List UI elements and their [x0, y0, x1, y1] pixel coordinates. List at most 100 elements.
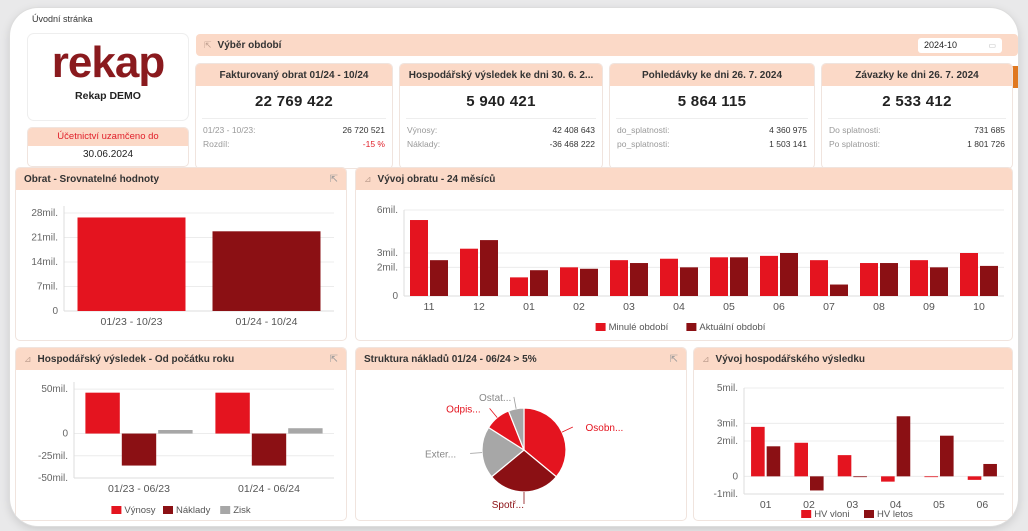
x-tick-label: 09 — [923, 301, 935, 313]
bar — [215, 392, 250, 434]
x-tick-label: 04 — [673, 301, 685, 313]
bar — [794, 442, 808, 477]
obrat-chart: 0 7mil. 14mil. 21mil. 28mil. 01/23 - 10/23 01/… — [31, 206, 334, 328]
bar — [121, 433, 157, 466]
panel-title: Struktura nákladů 01/24 - 06/24 > 5% — [364, 353, 537, 365]
bar — [580, 268, 598, 296]
kpi-row: po_splatnosti: 1 503 141 — [610, 137, 814, 151]
bar — [980, 265, 998, 296]
vyvoj-chart: 0 2mil. 3mil. 6mil. 11 12 01 02 03 04 05 06 07 08 09 10… — [377, 205, 1004, 333]
y-tick-label: 5mil. — [717, 383, 738, 394]
kpi-row: Rozdíl: -15 % — [196, 137, 392, 151]
bar — [85, 392, 120, 434]
bar — [460, 248, 478, 296]
x-tick-label: 06 — [773, 301, 785, 313]
company-logo-card: rekap Rekap DEMO — [28, 34, 188, 120]
legend-swatch — [111, 506, 122, 514]
kpi-row-value: 4 360 975 — [769, 125, 807, 135]
bar — [896, 416, 911, 477]
kpi-row-label: Výnosy: — [407, 125, 438, 135]
pie-label: Spotř... — [492, 500, 524, 511]
expand-icon[interactable]: ⇱ — [670, 354, 678, 365]
kpi-row-label: Po splatnosti: — [829, 139, 881, 149]
bar — [967, 476, 982, 480]
bar — [930, 267, 948, 296]
kpi-row-label: Do splatnosti: — [829, 125, 881, 135]
expand-icon[interactable]: ⇱ — [330, 174, 338, 185]
expand-icon[interactable]: ⇱ — [204, 40, 212, 51]
calendar-icon[interactable]: ▭ — [988, 41, 996, 50]
x-tick-label: 07 — [823, 301, 835, 313]
y-tick-label: 3mil. — [377, 248, 398, 259]
legend-label: Zisk — [233, 505, 251, 516]
bar — [430, 260, 448, 296]
bar — [924, 476, 938, 478]
struktura-chart: Osobn... Spotř... Exter... Odpis...Ostat... — [425, 393, 624, 511]
divider — [202, 118, 386, 119]
kpi-row: Náklady: -36 468 222 — [400, 137, 602, 151]
kpi-row-label: po_splatnosti: — [617, 139, 670, 149]
x-tick-label: 08 — [873, 301, 885, 313]
chart-icon: ⊿ — [702, 353, 710, 364]
legend-label: Aktuální období — [699, 322, 765, 333]
kpi-row-label: Náklady: — [407, 139, 441, 149]
legend-swatch — [163, 506, 173, 514]
kpi-row: Do splatnosti: 731 685 — [822, 123, 1012, 137]
lock-title: Účetnictví uzamčeno do — [28, 128, 188, 146]
x-tick-label: 01/24 - 06/24 — [238, 483, 300, 495]
bar — [212, 231, 321, 311]
kpi-card-obrat: Fakturovaný obrat 01/24 - 10/24 22 769 4… — [196, 64, 392, 168]
kpi-value: 22 769 422 — [254, 93, 334, 110]
legend-label: HV letos — [877, 509, 913, 520]
panel-struktura: Struktura nákladů 01/24 - 06/24 > 5% ⇱ Os… — [356, 348, 686, 520]
kpi-value: 5 940 421 — [466, 93, 536, 110]
period-select[interactable]: 2024-10 ▭ — [918, 37, 1002, 53]
y-tick-label: 0 — [732, 471, 738, 482]
panel-hv: ⊿ Hospodářský výsledek - Od počátku roku ⇱… — [16, 348, 346, 520]
kpi-title: Fakturovaný obrat 01/24 - 10/24 — [196, 64, 392, 86]
y-tick-label: 21mil. — [31, 233, 58, 244]
legend-swatch — [220, 506, 231, 514]
vyvojhv-chart: -1mil.02mil.3mil.5mil.01 02 03 04 05 06HV vlo… — [714, 383, 1004, 520]
period-selector-bar: ⇱ Výběr období 2024-10 ▭ — [196, 34, 1018, 56]
x-tick-label: 05 — [723, 301, 735, 313]
x-tick-label: 10 — [973, 301, 985, 313]
y-tick-label: 2mil. — [377, 262, 398, 273]
kpi-row: Po splatnosti: 1 801 726 — [822, 137, 1012, 151]
bar — [940, 435, 954, 477]
y-tick-label: -1mil. — [714, 489, 738, 500]
kpi-card-pohledavky: Pohledávky ke dni 26. 7. 2024 5 864 115 … — [610, 64, 814, 168]
x-tick-label: 01/23 - 06/23 — [108, 483, 170, 495]
kpi-row-label: Rozdíl: — [203, 139, 230, 149]
y-tick-label: 50mil. — [41, 384, 68, 395]
kpi-row: do_splatnosti: 4 360 975 — [610, 123, 814, 137]
bar — [251, 433, 287, 466]
legend-swatch — [864, 510, 874, 518]
breadcrumb[interactable]: Úvodní stránka — [32, 14, 93, 24]
x-tick-label: 05 — [933, 499, 945, 511]
pie-label: Osobn... — [586, 423, 624, 434]
company-name: Rekap DEMO — [75, 90, 141, 102]
divider — [828, 118, 1006, 119]
bar — [730, 257, 748, 296]
bar — [480, 240, 498, 296]
y-tick-label: 6mil. — [377, 205, 398, 216]
y-tick-label: 14mil. — [31, 257, 58, 268]
y-tick-label: 3mil. — [717, 418, 738, 429]
x-tick-label: 01/23 - 10/23 — [101, 316, 163, 328]
bar — [830, 284, 848, 296]
kpi-value: 5 864 115 — [677, 93, 747, 110]
bar — [860, 263, 878, 296]
period-title: Výběr období — [217, 39, 282, 51]
expand-icon[interactable]: ⇱ — [330, 354, 338, 365]
hv-chart: -50mil. -25mil. 0 50mil. 01/23 - 06/23 01/24 … — [38, 382, 334, 516]
bar — [660, 258, 678, 296]
y-tick-label: -25mil. — [38, 451, 68, 462]
kpi-row: Výnosy: 42 408 643 — [400, 123, 602, 137]
kpi-title: Závazky ke dni 26. 7. 2024 — [822, 64, 1012, 86]
bar — [780, 253, 798, 296]
kpi-row: 01/23 - 10/23: 26 720 521 — [196, 123, 392, 137]
panel-title: Vývoj hospodářského výsledku — [715, 353, 866, 365]
bar — [751, 426, 765, 477]
y-tick-label: 0 — [52, 306, 58, 317]
